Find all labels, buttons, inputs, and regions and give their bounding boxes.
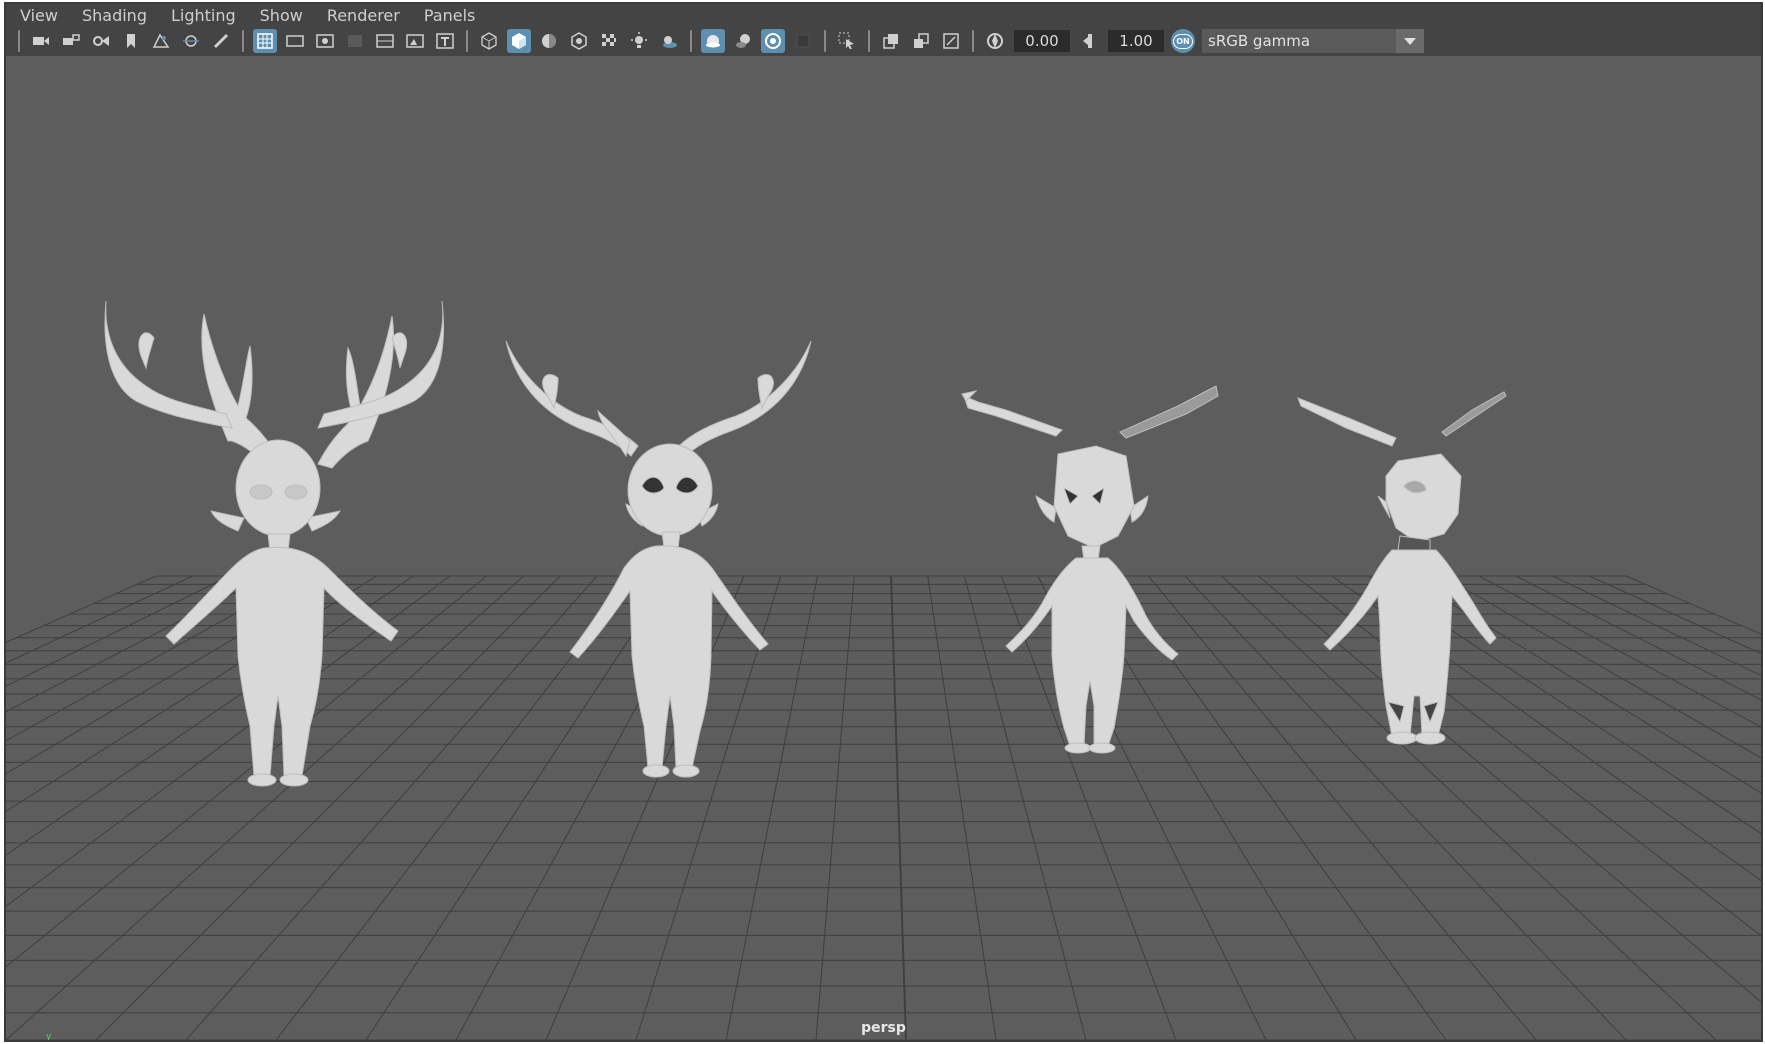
- grid-line: [815, 575, 855, 1040]
- gamma-icon[interactable]: [1077, 29, 1101, 53]
- ui-element-icon[interactable]: [879, 29, 903, 53]
- xray-icon[interactable]: [567, 29, 591, 53]
- checker-icon[interactable]: [597, 29, 621, 53]
- antialiasing-icon[interactable]: [761, 29, 785, 53]
- grid-line: [1294, 575, 1761, 937]
- toolbar-separator: [466, 30, 468, 52]
- image-plane-icon[interactable]: [149, 29, 173, 53]
- camera-icon[interactable]: [29, 29, 53, 53]
- grid-line: [6, 575, 193, 664]
- safe-action-icon[interactable]: [403, 29, 427, 53]
- grid-line: [6, 575, 414, 856]
- select-camera-icon[interactable]: [835, 29, 859, 53]
- menu-renderer[interactable]: Renderer: [327, 6, 400, 25]
- menu-shading[interactable]: Shading: [82, 6, 147, 25]
- character-model-1[interactable]: [104, 300, 445, 787]
- toolbar-separator: [690, 30, 692, 52]
- view-transform-select[interactable]: sRGB gamma: [1202, 29, 1424, 53]
- bookmark-icon[interactable]: [119, 29, 143, 53]
- toolbar-separator: [242, 30, 244, 52]
- gamma-field[interactable]: 1.00: [1108, 30, 1164, 52]
- grid-line: [365, 575, 671, 1040]
- toolbar-separator: [868, 30, 870, 52]
- character-model-2[interactable]: [505, 340, 812, 778]
- toolbar-separator: [824, 30, 826, 52]
- safe-title-icon[interactable]: [433, 29, 457, 53]
- resolution-gate-icon[interactable]: [313, 29, 337, 53]
- toolbar-separator: [972, 30, 974, 52]
- toolbar-separator: [18, 30, 20, 52]
- menu-show[interactable]: Show: [260, 6, 303, 25]
- grid-line: [6, 575, 267, 713]
- camera-label: persp: [861, 1020, 906, 1036]
- character-model-3[interactable]: [961, 385, 1219, 754]
- smooth-shade-icon[interactable]: [507, 29, 531, 53]
- film-gate-icon[interactable]: [283, 29, 307, 53]
- grease-pencil-icon[interactable]: [209, 29, 233, 53]
- grid-line: [1442, 575, 1761, 759]
- panel-menubar: View Shading Lighting Show Renderer Pane…: [6, 4, 1761, 26]
- grid-line: [1221, 575, 1717, 1040]
- isolate-icon[interactable]: [701, 29, 725, 53]
- lights-icon[interactable]: [627, 29, 651, 53]
- grid-line: [6, 575, 230, 687]
- two-d-pan-icon[interactable]: [179, 29, 203, 53]
- wireframe-icon[interactable]: [477, 29, 501, 53]
- depth-of-field-icon[interactable]: [791, 29, 815, 53]
- exposure-icon[interactable]: [983, 29, 1007, 53]
- color-management-badge: ON: [1173, 33, 1193, 49]
- default-material-icon[interactable]: [537, 29, 561, 53]
- grid-line: [1625, 575, 1761, 635]
- chevron-down-icon[interactable]: [1396, 29, 1424, 53]
- camera-lock-icon[interactable]: [59, 29, 83, 53]
- panel-toolbar: 0.00 1.00 ON sRGB gamma: [6, 26, 1761, 56]
- shadows-icon[interactable]: [657, 29, 681, 53]
- gate-mask-icon[interactable]: [343, 29, 367, 53]
- character-model-4[interactable]: [1297, 391, 1507, 745]
- menu-view[interactable]: View: [20, 6, 58, 25]
- exposure-field[interactable]: 0.00: [1014, 30, 1070, 52]
- grid-line: [1147, 575, 1537, 1040]
- grid-line: [1405, 575, 1761, 794]
- grid-line: [725, 575, 818, 1040]
- grid-line: [927, 575, 997, 1040]
- grid-line: [1552, 575, 1761, 676]
- grid-line: [95, 575, 561, 1040]
- field-chart-icon[interactable]: [373, 29, 397, 53]
- grid-line: [1589, 575, 1761, 655]
- grid-line: [1478, 575, 1761, 728]
- grid-icon[interactable]: [253, 29, 277, 53]
- maya-viewport-panel: View Shading Lighting Show Renderer Pane…: [4, 2, 1763, 1042]
- grid-line: [6, 575, 451, 907]
- view-transform-value: sRGB gamma: [1208, 32, 1311, 50]
- frame-selection-icon[interactable]: [939, 29, 963, 53]
- grid-line: [890, 575, 907, 1040]
- color-management-icon[interactable]: ON: [1171, 29, 1195, 53]
- menu-lighting[interactable]: Lighting: [171, 6, 236, 25]
- camera-attributes-icon[interactable]: [89, 29, 113, 53]
- viewport-scene: [6, 300, 1761, 1040]
- heads-up-icon[interactable]: [909, 29, 933, 53]
- 3d-viewport[interactable]: y x z: [6, 56, 1761, 1040]
- menu-panels[interactable]: Panels: [424, 6, 476, 25]
- ambient-occlusion-icon[interactable]: [731, 29, 755, 53]
